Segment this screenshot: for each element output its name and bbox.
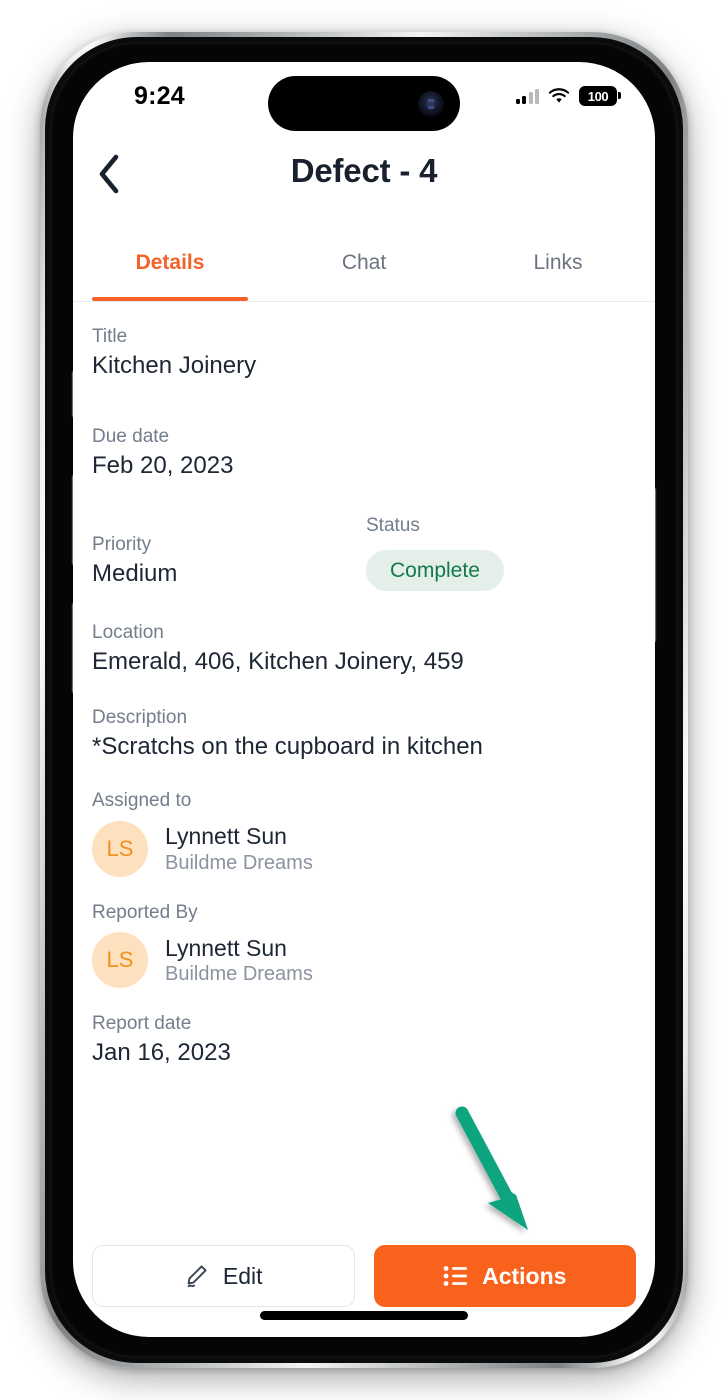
field-priority: Priority Medium bbox=[92, 514, 366, 590]
priority-value: Medium bbox=[92, 559, 178, 587]
phone-screen: 9:24 100 Defect - 4 Details Chat Links T… bbox=[73, 62, 655, 1337]
location-label: Location bbox=[92, 621, 164, 643]
reported-by-person-text: Lynnett Sun Buildme Dreams bbox=[165, 934, 313, 988]
reported-by-name: Lynnett Sun bbox=[165, 934, 287, 961]
priority-label: Priority bbox=[92, 534, 152, 556]
due-date-label: Due date bbox=[92, 426, 170, 448]
priority-status-row: Priority Medium Status Complete bbox=[92, 514, 636, 591]
tab-details[interactable]: Details bbox=[73, 234, 267, 301]
field-report-date: Report date Jan 16, 2023 bbox=[92, 1012, 636, 1069]
due-date-value: Feb 20, 2023 bbox=[92, 451, 234, 479]
status-bar-indicators: 100 bbox=[515, 85, 621, 107]
title-label: Title bbox=[92, 326, 128, 347]
assigned-to-organization: Buildme Dreams bbox=[165, 851, 313, 874]
report-date-value: Jan 16, 2023 bbox=[92, 1039, 231, 1067]
avatar: LS bbox=[92, 932, 148, 989]
wifi-icon bbox=[548, 88, 570, 103]
edit-button-label: Edit bbox=[222, 1262, 263, 1289]
battery-level-label: 100 bbox=[587, 88, 609, 104]
assigned-to-person-text: Lynnett Sun Buildme Dreams bbox=[165, 822, 313, 876]
assigned-to-label: Assigned to bbox=[92, 790, 192, 812]
dynamic-island bbox=[268, 76, 460, 131]
status-bar: 9:24 100 bbox=[73, 62, 655, 131]
field-description: Description *Scratchs on the cupboard in… bbox=[92, 706, 636, 763]
description-label: Description bbox=[92, 707, 188, 729]
bottom-action-bar: Edit Actions bbox=[92, 1245, 636, 1307]
navigation-bar: Defect - 4 bbox=[73, 124, 655, 234]
tab-links[interactable]: Links bbox=[461, 234, 655, 301]
edit-button[interactable]: Edit bbox=[92, 1245, 355, 1307]
reported-by-label: Reported By bbox=[92, 901, 198, 923]
description-value: *Scratchs on the cupboard in kitchen bbox=[92, 732, 483, 760]
title-value: Kitchen Joinery bbox=[92, 351, 257, 379]
status-label: Status bbox=[366, 515, 420, 537]
assigned-to-name: Lynnett Sun bbox=[165, 822, 287, 849]
field-assigned-to: Assigned to LS Lynnett Sun Buildme Dream… bbox=[92, 789, 636, 877]
cellular-bars-icon bbox=[515, 88, 539, 104]
report-date-label: Report date bbox=[92, 1013, 192, 1035]
assigned-to-person[interactable]: LS Lynnett Sun Buildme Dreams bbox=[92, 820, 636, 877]
tab-chat[interactable]: Chat bbox=[267, 234, 461, 301]
reported-by-organization: Buildme Dreams bbox=[165, 963, 313, 986]
screenshot-root: 9:24 100 Defect - 4 Details Chat Links T… bbox=[0, 0, 728, 1400]
reported-by-person[interactable]: LS Lynnett Sun Buildme Dreams bbox=[92, 932, 636, 989]
status-bar-time: 9:24 bbox=[134, 82, 185, 110]
avatar: LS bbox=[92, 820, 148, 877]
field-title: Title Kitchen Joinery bbox=[92, 325, 636, 382]
status-badge: Complete bbox=[366, 549, 504, 591]
field-location: Location Emerald, 406, Kitchen Joinery, … bbox=[92, 621, 636, 678]
field-reported-by: Reported By LS Lynnett Sun Buildme Dream… bbox=[92, 901, 636, 989]
home-indicator[interactable] bbox=[260, 1311, 468, 1320]
pencil-icon bbox=[187, 1265, 207, 1288]
actions-button[interactable]: Actions bbox=[373, 1245, 636, 1307]
field-due-date: Due date Feb 20, 2023 bbox=[92, 425, 636, 482]
details-panel: Title Kitchen Joinery Due date Feb 20, 2… bbox=[73, 303, 655, 1070]
battery-icon: 100 bbox=[579, 86, 621, 106]
front-camera-icon bbox=[418, 90, 444, 117]
field-status: Status Complete bbox=[366, 514, 636, 591]
actions-button-label: Actions bbox=[482, 1262, 567, 1289]
list-icon bbox=[443, 1266, 468, 1286]
tab-bar: Details Chat Links bbox=[73, 234, 655, 302]
page-title: Defect - 4 bbox=[290, 152, 438, 189]
location-value: Emerald, 406, Kitchen Joinery, 459 bbox=[92, 647, 464, 675]
